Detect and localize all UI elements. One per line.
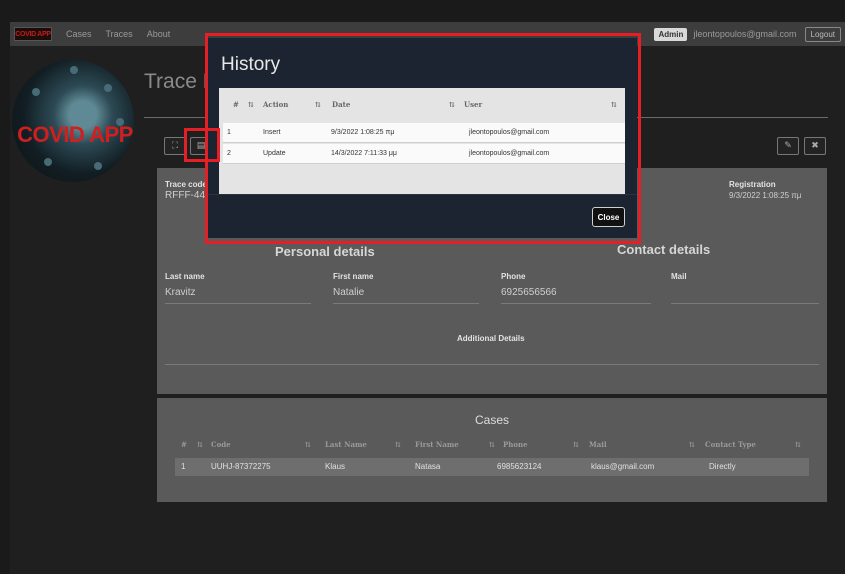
virus-spike	[94, 162, 102, 170]
mail-underline	[671, 303, 819, 304]
additional-details-label: Additional Details	[457, 334, 525, 343]
nav-link-about[interactable]: About	[147, 29, 171, 39]
column-header-number: #	[181, 440, 187, 449]
case-code: UUHJ-87372275	[211, 462, 271, 471]
sort-icon[interactable]: ⇅	[489, 440, 495, 449]
virus-spike	[104, 84, 112, 92]
additional-details-underline	[165, 364, 819, 365]
sort-icon[interactable]: ⇅	[795, 440, 801, 449]
registration-value: 9/3/2022 1:08:25 πμ	[729, 191, 802, 200]
user-email[interactable]: jleontopoulos@gmail.com	[693, 29, 796, 39]
highlight-history-button-box	[184, 128, 220, 162]
last-name-field[interactable]: Kravitz	[165, 287, 196, 298]
contact-details-heading: Contact details	[617, 242, 711, 257]
phone-field[interactable]: 6925656566	[501, 287, 557, 298]
case-contact-type: Directly	[709, 462, 736, 471]
trace-code-label: Trace code	[165, 180, 207, 189]
trace-code-value: RFFF-44	[165, 190, 205, 201]
highlight-modal-box	[205, 33, 641, 244]
case-last-name: Klaus	[325, 462, 346, 471]
case-number: 1	[181, 462, 186, 471]
column-header-first-name[interactable]: First Name	[415, 440, 459, 449]
last-name-underline	[165, 303, 311, 304]
case-first-name: Natasa	[415, 462, 441, 471]
brand-logo[interactable]: COVID APP	[14, 27, 52, 41]
expand-button[interactable]: ⛶	[164, 137, 186, 155]
table-row[interactable]: 1 UUHJ-87372275 Klaus Natasa 6985623124 …	[175, 458, 809, 476]
sort-icon[interactable]: ⇅	[305, 440, 311, 449]
nav-link-traces[interactable]: Traces	[106, 29, 133, 39]
column-header-phone[interactable]: Phone	[503, 440, 528, 449]
logout-button[interactable]: Logout	[804, 26, 841, 42]
first-name-field[interactable]: Natalie	[333, 287, 364, 298]
close-icon: ✖	[811, 141, 819, 151]
column-header-last-name[interactable]: Last Name	[325, 440, 367, 449]
registration-label: Registration	[729, 180, 776, 189]
cases-title: Cases	[474, 413, 509, 427]
cases-panel: Cases # ⇅ Code ⇅ Last Name ⇅ First Name …	[157, 398, 827, 502]
virus-spike	[32, 88, 40, 96]
first-name-label: First name	[333, 272, 374, 281]
first-name-underline	[333, 303, 479, 304]
edit-button[interactable]: ✎	[777, 137, 799, 155]
phone-underline	[501, 303, 651, 304]
mail-label: Mail	[671, 272, 687, 281]
virus-spike	[44, 158, 52, 166]
admin-badge: Admin	[654, 27, 688, 41]
nav-link-cases[interactable]: Cases	[66, 29, 92, 39]
sort-icon[interactable]: ⇅	[395, 440, 401, 449]
navbar-user-area: Admin jleontopoulos@gmail.com Logout	[654, 22, 841, 46]
column-header-mail[interactable]: Mail	[589, 440, 607, 449]
sort-icon[interactable]: ⇅	[573, 440, 579, 449]
sort-icon[interactable]: ⇅	[689, 440, 695, 449]
column-header-code[interactable]: Code	[211, 440, 231, 449]
logo-text: COVID APP	[17, 122, 133, 147]
virus-spike	[70, 66, 78, 74]
last-name-label: Last name	[165, 272, 205, 281]
phone-label: Phone	[501, 272, 526, 281]
expand-icon: ⛶	[171, 141, 179, 151]
cases-table-header: # ⇅ Code ⇅ Last Name ⇅ First Name ⇅ Phon…	[175, 440, 809, 454]
column-header-contact-type[interactable]: Contact Type	[705, 440, 756, 449]
covid-logo: COVID APP	[12, 60, 134, 182]
case-phone: 6985623124	[497, 462, 542, 471]
personal-details-heading: Personal details	[275, 244, 375, 259]
case-mail: klaus@gmail.com	[591, 462, 655, 471]
sort-icon[interactable]: ⇅	[197, 440, 203, 449]
delete-button[interactable]: ✖	[804, 137, 826, 155]
pencil-icon: ✎	[784, 141, 792, 151]
